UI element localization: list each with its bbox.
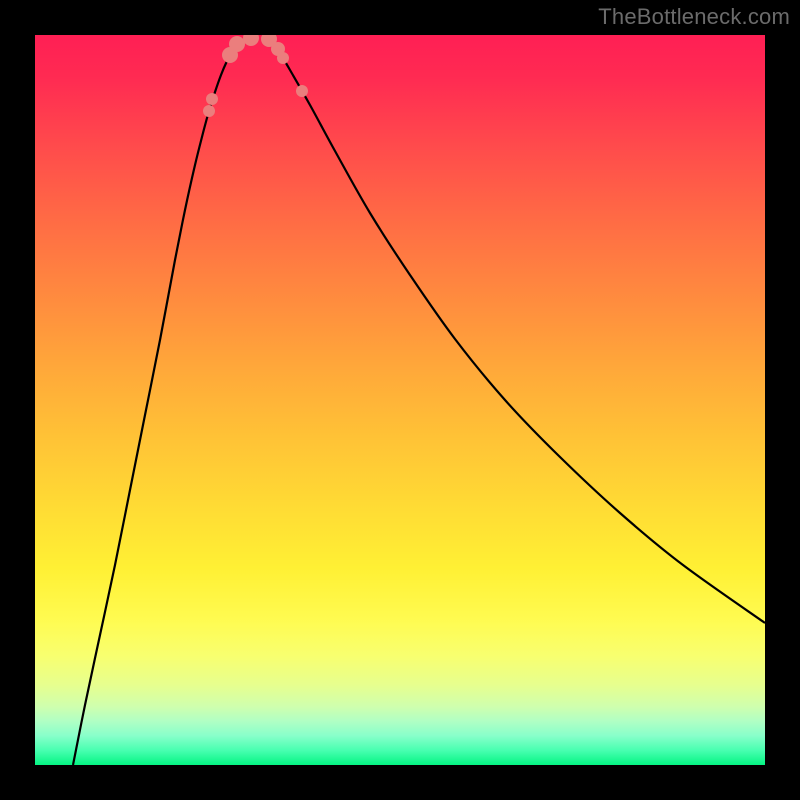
curve-layer — [35, 35, 765, 765]
curve-left-branch — [73, 39, 241, 765]
marker-dot — [206, 93, 218, 105]
marker-dot — [296, 85, 308, 97]
marker-dot — [277, 52, 289, 64]
marker-dot — [243, 35, 259, 46]
watermark-text: TheBottleneck.com — [598, 4, 790, 30]
chart-frame: TheBottleneck.com — [0, 0, 800, 800]
marker-dot — [203, 105, 215, 117]
marker-dot — [229, 36, 245, 52]
plot-area — [35, 35, 765, 765]
curve-right-branch — [269, 38, 765, 623]
